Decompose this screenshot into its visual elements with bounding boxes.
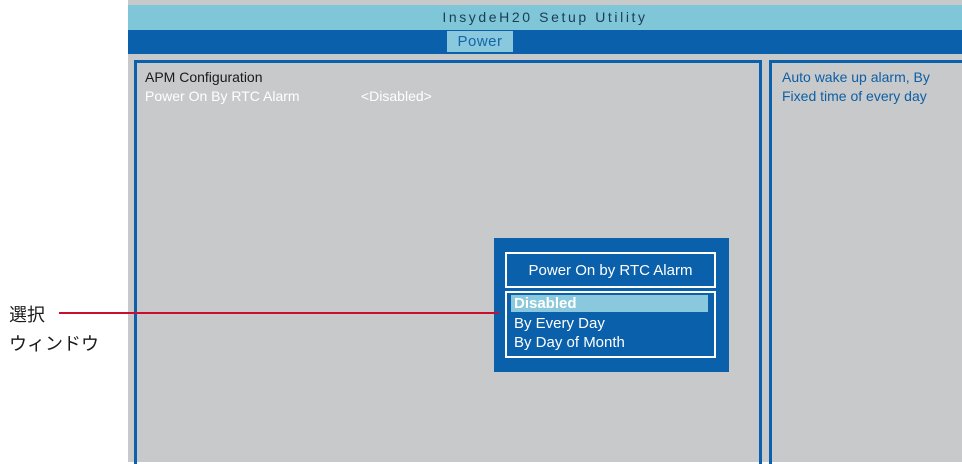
setting-power-on-rtc-alarm[interactable]: Power On By RTC Alarm: [145, 88, 300, 104]
annotation-label: ウィンドウ: [9, 334, 99, 355]
help-text-line: Auto wake up alarm, By: [782, 69, 930, 85]
annotation-label: 選択: [9, 305, 45, 326]
option-disabled[interactable]: Disabled: [511, 295, 708, 312]
annotation-pointer-line: [59, 312, 499, 314]
help-text-line: Fixed time of every day: [782, 88, 927, 104]
setting-value-power-on-rtc-alarm[interactable]: <Disabled>: [361, 88, 432, 104]
option-by-every-day[interactable]: By Every Day: [514, 315, 605, 332]
option-by-day-of-month[interactable]: By Day of Month: [514, 334, 625, 351]
bios-screen: InsydeH20 Setup Utility Power APM Config…: [128, 0, 962, 464]
popup-title: Power On by RTC Alarm: [528, 262, 693, 279]
menu-bar: Power: [128, 30, 962, 54]
section-title: APM Configuration: [145, 69, 263, 85]
help-panel: [769, 60, 962, 464]
app-title: InsydeH20 Setup Utility: [128, 5, 962, 30]
tab-power[interactable]: Power: [447, 31, 513, 52]
selection-popup: Power On by RTC Alarm Disabled By Every …: [494, 238, 729, 372]
